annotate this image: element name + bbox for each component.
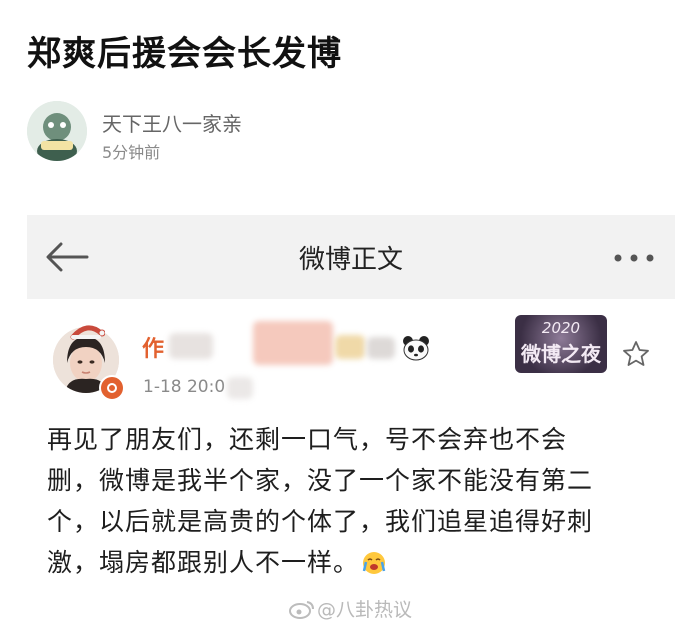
post-body-line-last: 激，塌房都跟别人不一样。 [47, 542, 647, 583]
event-name: 微博之夜 [521, 342, 601, 366]
watermark-text: @八卦热议 [317, 599, 413, 621]
author-name[interactable]: 天下王八一家亲 [102, 108, 242, 137]
verified-badge [99, 375, 125, 401]
blurred-username [367, 337, 395, 359]
festive-hat-icon [70, 325, 105, 340]
star-icon[interactable] [621, 339, 651, 369]
post-time: 5分钟前 [102, 143, 161, 162]
post-body-line: 删，微博是我半个家，没了一个家不能没有第二 [47, 466, 594, 495]
weibo-header-bar: 微博正文 [27, 215, 675, 299]
event-year: 2020 [541, 319, 581, 337]
weibo-post-body: 再见了朋友们，还剩一口气，号不会弃也不会 删，微博是我半个家，没了一个家不能没有… [47, 419, 647, 583]
panda-icon [403, 336, 429, 361]
author-avatar[interactable] [27, 101, 87, 161]
blurred-source [227, 377, 253, 399]
weibo-header-title: 微博正文 [298, 245, 403, 275]
weibo-logo-icon [289, 601, 314, 619]
blurred-username [169, 333, 213, 359]
blurred-username [335, 335, 365, 359]
watermark: @八卦热议 [289, 595, 412, 622]
more-dots-icon[interactable] [613, 253, 655, 263]
post-body-line: 再见了朋友们，还剩一口气，号不会弃也不会 [47, 425, 568, 454]
post-body-line: 个，以后就是高贵的个体了，我们追星追得好刺 [47, 507, 594, 536]
crying-emoji-icon [362, 552, 386, 574]
blurred-username [253, 321, 333, 365]
embedded-weibo-screenshot: 微博正文 作 1-18 20:0 2020 微博之夜 再见了朋友们，还剩一口气，… [27, 215, 675, 628]
post-body-line: 激，塌房都跟别人不一样。 [47, 548, 360, 577]
weibo-post-time: 1-18 20:0 [143, 377, 226, 397]
weibo-user-name[interactable]: 作 [142, 331, 164, 363]
post-title: 郑爽后援会会长发博 [27, 34, 342, 74]
weibo-night-badge: 2020 微博之夜 [515, 315, 607, 373]
